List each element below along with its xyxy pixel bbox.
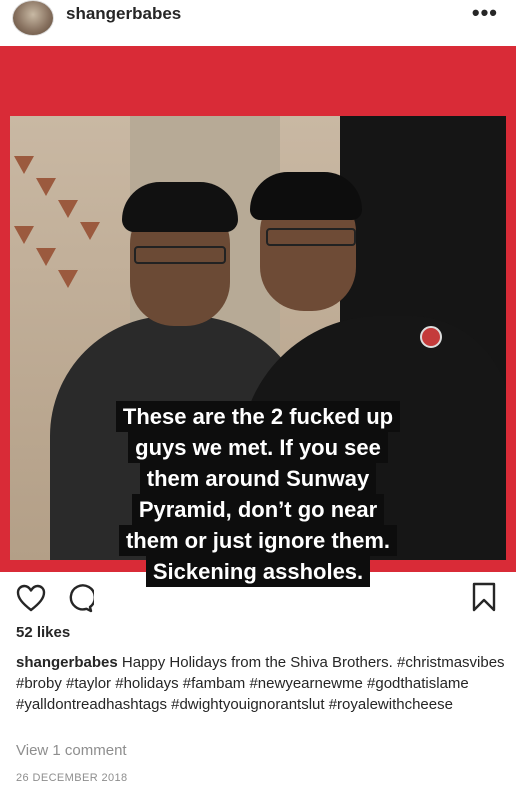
- comment-icon[interactable]: [62, 582, 96, 614]
- heart-icon[interactable]: [14, 582, 48, 614]
- overlay-line: These are the 2 fucked up: [115, 401, 401, 432]
- person-right-hair: [250, 172, 362, 220]
- story-text-overlay: These are the 2 fucked up guys we met. I…: [72, 401, 444, 587]
- post-header: shangerbabes •••: [0, 0, 516, 46]
- post-image[interactable]: These are the 2 fucked up guys we met. I…: [0, 46, 516, 587]
- photo-banner: [10, 156, 130, 316]
- view-comments-link[interactable]: View 1 comment: [16, 742, 127, 759]
- post-caption: shangerbabes Happy Holidays from the Shi…: [16, 652, 506, 715]
- action-bar: [0, 572, 516, 618]
- overlay-line: Pyramid, don’t go near: [131, 494, 385, 525]
- post-date: 26 DECEMBER 2018: [16, 772, 128, 784]
- avatar[interactable]: [12, 0, 54, 36]
- overlay-line: them or just ignore them.: [118, 525, 398, 556]
- post-username[interactable]: shangerbabes: [66, 4, 181, 24]
- likes-count[interactable]: 52 likes: [16, 624, 70, 641]
- overlay-line: them around Sunway: [139, 463, 377, 494]
- lapel-pin: [420, 326, 442, 348]
- person-left-glasses: [134, 246, 226, 264]
- person-right-glasses: [266, 228, 356, 246]
- bookmark-icon[interactable]: [468, 580, 500, 614]
- caption-text: Happy Holidays from the Shiva Brothers.: [121, 654, 393, 671]
- more-options-icon[interactable]: •••: [472, 0, 498, 26]
- overlay-line: guys we met. If you see: [128, 432, 388, 463]
- caption-username[interactable]: shangerbabes: [16, 654, 118, 671]
- person-left-hair: [122, 182, 238, 232]
